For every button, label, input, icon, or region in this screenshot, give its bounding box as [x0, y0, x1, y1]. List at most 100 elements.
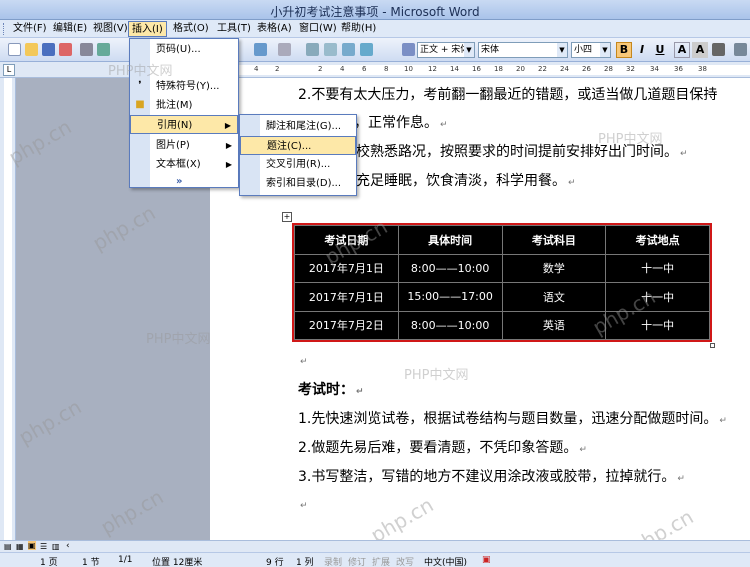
table-cell[interactable]: 十一中 — [605, 310, 710, 340]
table-cell[interactable]: 数学 — [501, 253, 607, 283]
ruler-number: 32 — [626, 65, 635, 73]
menu-item-page-numbers[interactable]: 页码(U)... — [130, 40, 238, 59]
undo-icon[interactable] — [254, 43, 267, 56]
status-section: 1 节 — [82, 558, 100, 567]
insert-excel-icon[interactable] — [360, 43, 373, 56]
permission-icon[interactable] — [59, 43, 72, 56]
table-header-cell[interactable]: 具体时间 — [397, 225, 503, 255]
menu-item-special-symbols[interactable]: ❜ 特殊符号(Y)... — [130, 77, 238, 96]
menu-window[interactable]: 窗口(W) — [296, 21, 340, 37]
insert-table-icon[interactable] — [342, 43, 355, 56]
open-folder-icon[interactable] — [25, 43, 38, 56]
print-layout-icon[interactable]: ▣ — [28, 541, 36, 550]
table-cell[interactable]: 十一中 — [605, 282, 710, 312]
menu-item-label: 页码(U)... — [156, 44, 201, 55]
status-page: 1 页 — [40, 558, 58, 567]
tip-3: 3.书写整洁，写错的地方不建议用涂改液或胶带，拉掉就行。 ↵ — [298, 466, 685, 486]
status-extend[interactable]: 扩展 — [372, 555, 390, 567]
status-record-macro[interactable]: 录制 — [324, 555, 342, 567]
new-document-icon[interactable] — [8, 43, 21, 56]
ruler-number: 2 — [275, 65, 280, 73]
table-cell[interactable]: 15:00——17:00 — [397, 282, 503, 312]
menu-format[interactable]: 格式(O) — [170, 21, 212, 37]
scroll-left-icon[interactable]: ‹ — [66, 541, 70, 551]
normal-view-icon[interactable]: ▤ — [4, 542, 12, 551]
menu-item-footnote[interactable]: 脚注和尾注(G)... — [240, 117, 356, 136]
ruler-number: 4 — [340, 65, 345, 73]
menu-item-label: 图片(P) — [156, 140, 190, 151]
ruler-number: 10 — [404, 65, 413, 73]
menu-item-comment[interactable]: ■ 批注(M) — [130, 96, 238, 115]
window-title: 小升初考试注意事项 - Microsoft Word — [270, 5, 480, 19]
table-resize-handle[interactable] — [710, 343, 715, 348]
table-cell[interactable]: 2017年7月2日 — [294, 310, 399, 340]
character-scaling-icon[interactable] — [712, 43, 725, 56]
table-cell[interactable]: 2017年7月1日 — [294, 282, 399, 312]
table-header-cell[interactable]: 考试地点 — [605, 225, 710, 255]
tip-2-text: 2.做题先易后难，要看清题，不凭印象答题。 — [298, 440, 578, 456]
save-icon[interactable] — [42, 43, 55, 56]
redo-icon[interactable] — [278, 43, 291, 56]
menu-expand-button[interactable]: » — [130, 172, 238, 191]
chevron-down-icon: ▼ — [464, 43, 474, 57]
menu-item-cross-reference[interactable]: 交叉引用(R)... — [240, 155, 356, 174]
exam-schedule-table[interactable]: 考试日期 具体时间 考试科目 考试地点 2017年7月1日 8:00——10:0… — [292, 223, 712, 342]
web-view-icon[interactable]: ▦ — [16, 542, 24, 551]
table-cell[interactable]: 十一中 — [605, 253, 710, 283]
bold-button[interactable]: B — [616, 42, 632, 58]
status-bar: 1 页 1 节 1/1 位置 12厘米 9 行 1 列 录制 修订 扩展 改写 … — [0, 552, 750, 567]
table-cell[interactable]: 8:00——10:00 — [397, 253, 503, 283]
underline-button[interactable]: U — [652, 42, 668, 58]
italic-button[interactable]: I — [634, 42, 650, 58]
horizontal-ruler[interactable]: L 4 2 2 4 6 8 10 12 14 16 18 20 22 24 26… — [0, 62, 750, 78]
submenu-arrow-icon: ▶ — [225, 141, 232, 150]
hyperlink-icon[interactable] — [306, 43, 319, 56]
status-track-changes[interactable]: 修订 — [348, 555, 366, 567]
menu-file[interactable]: 文件(F) — [10, 21, 50, 37]
character-shading-button[interactable]: A — [692, 42, 708, 58]
spelling-check-icon[interactable]: ▣ — [482, 555, 491, 565]
character-border-button[interactable]: A — [674, 42, 690, 58]
style-combo[interactable]: 正文 + 宋体 ▼ — [417, 42, 475, 58]
view-buttons-bar: ▤ ▦ ▣ ☰ ▥ ‹ — [0, 540, 750, 552]
table-header-cell[interactable]: 考试科目 — [501, 225, 607, 255]
tip-3-text: 3.书写整洁，写错的地方不建议用涂改液或胶带，拉掉就行。 — [298, 469, 676, 485]
menu-view[interactable]: 视图(V) — [90, 21, 131, 37]
styles-pane-icon[interactable] — [402, 43, 415, 56]
table-move-handle[interactable]: + — [282, 212, 292, 222]
tables-borders-icon[interactable] — [324, 43, 337, 56]
table-header-cell[interactable]: 考试日期 — [294, 225, 399, 255]
menubar-grip[interactable] — [3, 23, 6, 35]
outline-view-icon[interactable]: ☰ — [40, 542, 47, 551]
menu-insert[interactable]: 插入(I) — [128, 21, 167, 37]
menu-tools[interactable]: 工具(T) — [214, 21, 254, 37]
chevron-down-icon: ▼ — [557, 43, 567, 57]
font-size-value: 小四 — [574, 45, 593, 55]
table-cell[interactable]: 2017年7月1日 — [294, 253, 399, 283]
paragraph-mark: ↵ — [568, 178, 576, 188]
font-combo[interactable]: 宋体 ▼ — [478, 42, 568, 58]
toolbar: 正文 + 宋体 ▼ 宋体 ▼ 小四 ▼ B I U A A — [0, 38, 750, 62]
submenu-arrow-icon: ▶ — [224, 121, 231, 130]
tab-selector[interactable]: L — [3, 64, 15, 76]
print-preview-icon[interactable] — [97, 43, 110, 56]
table-cell[interactable]: 语文 — [501, 282, 607, 312]
menu-item-picture[interactable]: 图片(P) ▶ — [130, 136, 238, 155]
vertical-ruler[interactable] — [0, 78, 16, 540]
menu-item-caption[interactable]: 题注(C)... — [240, 136, 356, 155]
reading-view-icon[interactable]: ▥ — [52, 542, 60, 551]
menu-help[interactable]: 帮助(H) — [338, 21, 379, 37]
menu-item-index-toc[interactable]: 索引和目录(D)... — [240, 174, 356, 193]
menu-item-label: 引用(N) — [157, 120, 193, 131]
align-icon[interactable] — [734, 43, 747, 56]
table-cell[interactable]: 8:00——10:00 — [397, 310, 503, 340]
menu-edit[interactable]: 编辑(E) — [50, 21, 90, 37]
table-cell[interactable]: 英语 — [501, 310, 607, 340]
menu-table[interactable]: 表格(A) — [254, 21, 295, 37]
font-size-combo[interactable]: 小四 ▼ — [571, 42, 611, 58]
status-column: 1 列 — [296, 558, 314, 567]
menu-item-reference[interactable]: 引用(N) ▶ — [130, 115, 238, 134]
paragraph-mark: ↵ — [440, 120, 448, 130]
print-icon[interactable] — [80, 43, 93, 56]
status-overtype[interactable]: 改写 — [396, 555, 414, 567]
